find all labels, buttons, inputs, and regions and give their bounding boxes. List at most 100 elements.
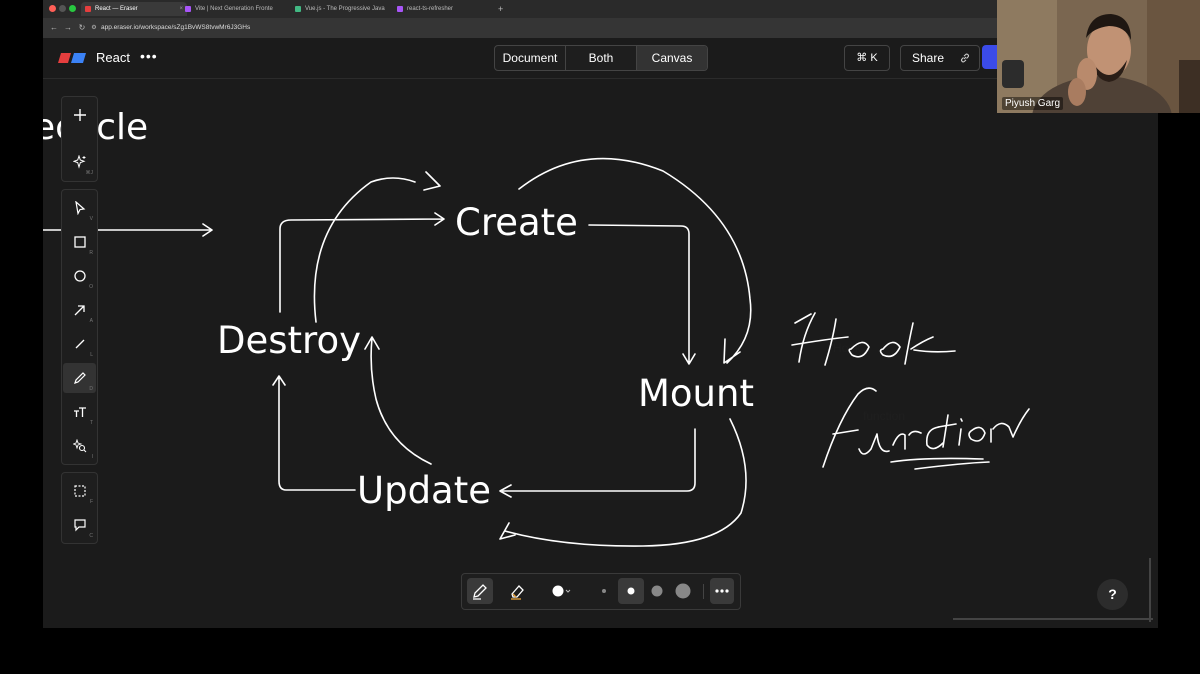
- arrow-icon: [74, 305, 85, 316]
- plus-icon: [74, 109, 86, 121]
- text-tool-button[interactable]: T: [63, 397, 96, 427]
- browser-tab-title: React — Eraser: [95, 6, 138, 12]
- sparkle-icon: [73, 155, 86, 169]
- browser-tab-2[interactable]: Vite | Next Generation Fronte: [181, 2, 303, 16]
- shortcut-hint: C: [89, 533, 93, 539]
- app-header: React ••• Document Both Canvas ⌘ K Share: [43, 38, 1158, 79]
- whiteboard-canvas[interactable]: ecycle: [43, 79, 1158, 628]
- command-palette-button[interactable]: ⌘ K: [844, 45, 890, 71]
- color-picker-icon: [552, 585, 571, 597]
- function-underline-2: [914, 461, 990, 470]
- pen-icon: [473, 584, 487, 600]
- node-destroy[interactable]: Destroy: [217, 319, 361, 362]
- project-name[interactable]: React: [96, 50, 130, 65]
- vite-favicon-icon: [185, 6, 191, 12]
- node-create[interactable]: Create: [455, 201, 578, 244]
- help-button[interactable]: ?: [1097, 579, 1128, 610]
- project-menu-button[interactable]: •••: [140, 48, 158, 64]
- pen-options-toolbar: [461, 573, 741, 610]
- destroy-to-create-curve: [313, 171, 441, 323]
- icon-tool-button[interactable]: I: [63, 431, 96, 461]
- site-settings-icon[interactable]: ⚙: [89, 22, 99, 34]
- view-canvas-button[interactable]: Canvas: [637, 46, 707, 70]
- select-tool-button[interactable]: V: [63, 193, 96, 223]
- webcam-overlay: Piyush Garg: [997, 0, 1200, 113]
- handwriting-text-function: function: [863, 409, 905, 423]
- vite-favicon-icon: [397, 6, 403, 12]
- url-field[interactable]: app.eraser.io/workspace/sZg1BvWS8tvwMr6J…: [101, 22, 250, 34]
- handwriting-hook: [791, 312, 956, 366]
- shortcut-hint: T: [89, 420, 93, 426]
- square-icon: [74, 236, 86, 248]
- share-label: Share: [912, 51, 945, 65]
- create-to-mount-curve: [518, 157, 752, 364]
- shortcut-hint: D: [89, 386, 93, 392]
- app-window: React — Eraser × Vite | Next Generation …: [43, 0, 1158, 628]
- size-s-button[interactable]: [618, 578, 644, 604]
- browser-tab-1[interactable]: React — Eraser ×: [81, 2, 187, 16]
- minimize-window-icon[interactable]: [59, 5, 66, 12]
- maximize-window-icon[interactable]: [69, 5, 76, 12]
- comment-icon: [74, 519, 86, 532]
- view-mode-switch: Document Both Canvas: [494, 45, 708, 71]
- browser-tab-title: Vite | Next Generation Fronte: [195, 6, 273, 12]
- browser-tab-title: Vue.js - The Progressive Java: [305, 6, 385, 12]
- view-document-button[interactable]: Document: [495, 46, 566, 70]
- ai-tool-button[interactable]: ⌘J: [63, 147, 96, 177]
- update-to-destroy-curve: [364, 336, 432, 465]
- frame-tool-button[interactable]: F: [63, 476, 96, 506]
- more-options-button[interactable]: [710, 578, 734, 604]
- handwriting-text-hook: Hook: [833, 341, 861, 355]
- line-tool-button[interactable]: L: [63, 329, 96, 359]
- horizontal-scrollbar[interactable]: [953, 618, 1153, 620]
- circle-icon: [74, 270, 86, 282]
- pen-button[interactable]: [467, 578, 493, 604]
- link-icon: [961, 53, 969, 63]
- size-l-icon: [675, 583, 691, 599]
- eraser-button[interactable]: [504, 578, 530, 604]
- shortcut-hint: ⌘J: [85, 170, 94, 176]
- reload-icon[interactable]: ↻: [77, 22, 87, 34]
- text-icon: [74, 407, 86, 417]
- divider: [703, 584, 704, 599]
- browser-tab-bar: React — Eraser × Vite | Next Generation …: [43, 0, 1158, 18]
- cursor-icon: [75, 201, 86, 215]
- line-icon: [75, 339, 85, 349]
- shortcut-hint: O: [89, 284, 93, 290]
- new-tab-button[interactable]: +: [498, 2, 503, 16]
- back-icon[interactable]: ←: [49, 22, 59, 34]
- shortcut-hint: V: [89, 216, 93, 222]
- add-tool-button[interactable]: [63, 100, 96, 130]
- color-picker-button[interactable]: [546, 578, 576, 604]
- shortcut-hint: I: [91, 454, 93, 460]
- eraser-favicon-icon: [85, 6, 91, 12]
- size-xs-button[interactable]: [591, 578, 617, 604]
- create-to-mount-arrow: [588, 224, 696, 365]
- toolbar-bottom-group: F C: [61, 472, 98, 544]
- forward-icon[interactable]: →: [63, 22, 73, 34]
- toolbar-main-group: V R O A L D T I: [61, 189, 98, 465]
- vue-favicon-icon: [295, 6, 301, 12]
- rectangle-tool-button[interactable]: R: [63, 227, 96, 257]
- shortcut-hint: R: [89, 250, 93, 256]
- comment-tool-button[interactable]: C: [63, 510, 96, 540]
- diagram-drawing: [43, 157, 1030, 547]
- node-update[interactable]: Update: [357, 469, 491, 512]
- size-m-button[interactable]: [644, 578, 670, 604]
- vertical-scrollbar[interactable]: [1149, 558, 1151, 622]
- browser-tab-4[interactable]: react-ts-refresher: [393, 2, 507, 16]
- handwriting-function: [822, 387, 1030, 468]
- draw-tool-button[interactable]: D: [63, 363, 96, 393]
- share-button[interactable]: Share: [900, 45, 980, 71]
- participant-name: Piyush Garg: [1002, 97, 1064, 110]
- browser-address-bar: ← → ↻ ⚙ app.eraser.io/workspace/sZg1BvWS…: [43, 18, 1158, 38]
- node-mount[interactable]: Mount: [638, 372, 754, 415]
- ellipse-tool-button[interactable]: O: [63, 261, 96, 291]
- icon-search-icon: [73, 439, 87, 453]
- size-l-button[interactable]: [670, 578, 696, 604]
- arrow-tool-button[interactable]: A: [63, 295, 96, 325]
- view-both-button[interactable]: Both: [566, 46, 637, 70]
- close-window-icon[interactable]: [49, 5, 56, 12]
- toolbar-top-group: ⌘J: [61, 96, 98, 182]
- mount-to-update-arrow: [499, 428, 696, 498]
